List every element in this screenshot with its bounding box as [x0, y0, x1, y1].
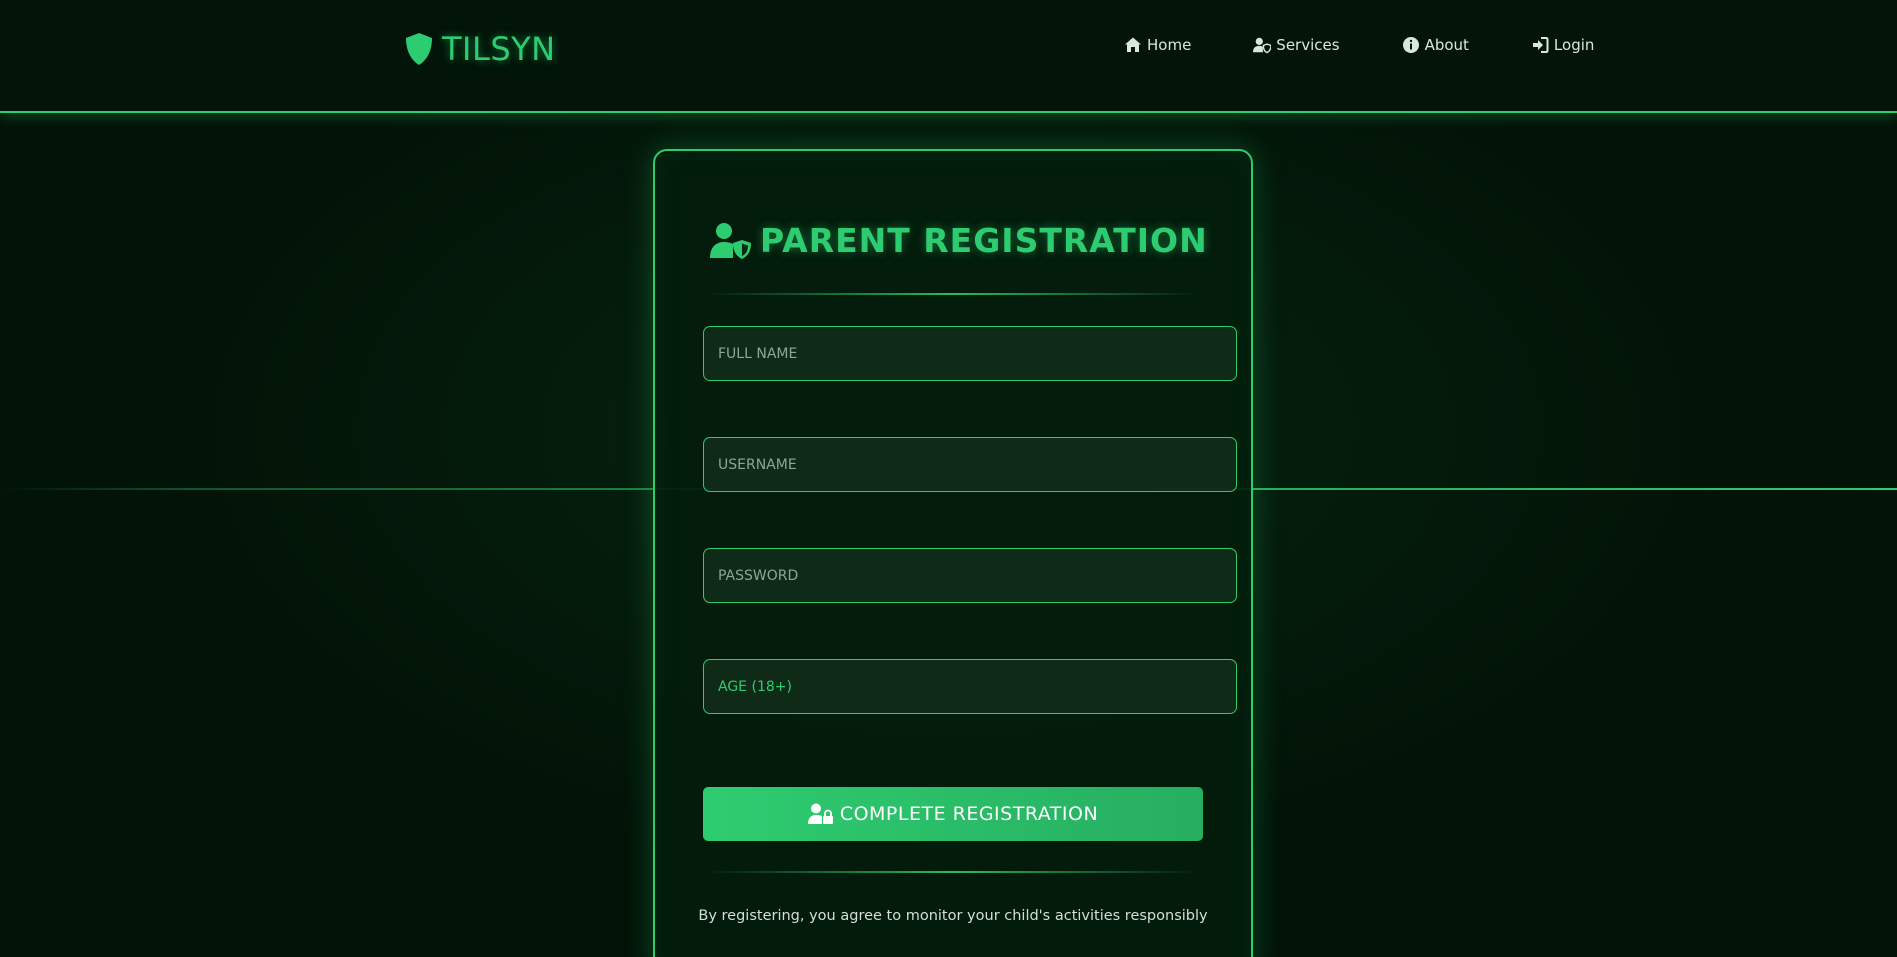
nav-item-label: About [1424, 36, 1469, 54]
user-shield-icon [1253, 37, 1272, 54]
page-title-text: PARENT REGISTRATION [760, 221, 1208, 260]
user-lock-icon [807, 803, 833, 824]
footer-divider [705, 871, 1201, 873]
top-header: TILSYN Home Services About Login [0, 0, 1897, 113]
page-title: PARENT REGISTRATION [710, 221, 1208, 260]
username-input[interactable] [703, 437, 1237, 492]
nav-item-login[interactable]: Login [1531, 36, 1594, 54]
submit-label: COMPLETE REGISTRATION [839, 803, 1099, 825]
nav-item-label: Login [1553, 36, 1595, 54]
nav-item-home[interactable]: Home [1124, 36, 1191, 54]
nav-item-about[interactable]: About [1402, 36, 1469, 54]
main-nav: Home Services About Login [1124, 36, 1594, 54]
password-input[interactable] [703, 548, 1237, 603]
age-input[interactable] [703, 659, 1237, 714]
user-shield-icon [710, 222, 751, 259]
info-circle-icon [1402, 37, 1419, 53]
logo[interactable]: TILSYN [404, 30, 556, 68]
nav-item-label: Services [1276, 36, 1340, 54]
title-divider [705, 293, 1201, 295]
sign-in-icon [1532, 37, 1549, 53]
complete-registration-button[interactable]: COMPLETE REGISTRATION [703, 787, 1203, 841]
logo-text: TILSYN [442, 30, 556, 68]
full-name-input[interactable] [703, 326, 1237, 381]
terms-note: By registering, you agree to monitor you… [698, 908, 1208, 924]
registration-card: PARENT REGISTRATION COMPLETE REGISTRATIO… [653, 149, 1253, 957]
nav-item-label: Home [1147, 36, 1192, 54]
shield-icon [406, 33, 432, 65]
nav-item-services[interactable]: Services [1253, 36, 1340, 54]
home-icon [1125, 37, 1141, 52]
